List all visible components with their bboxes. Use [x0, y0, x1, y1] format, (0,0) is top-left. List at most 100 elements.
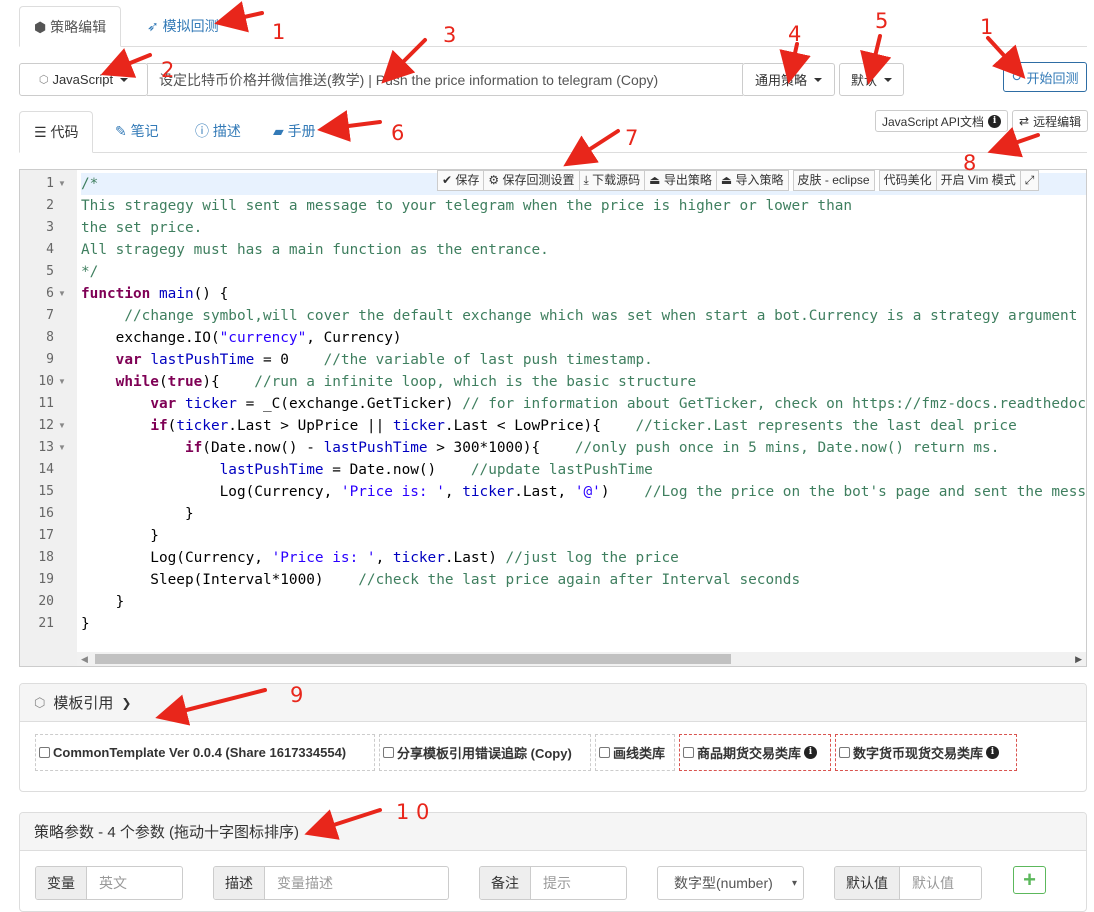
beautify-code-button[interactable]: 代码美化 [878, 170, 937, 191]
list-icon: ☰ [34, 124, 47, 140]
line-number: 5 [46, 264, 54, 279]
param-note-input[interactable]: 提示 [531, 867, 583, 899]
annotation-label: 5 [875, 9, 889, 33]
add-param-button[interactable]: + [1013, 866, 1046, 894]
remote-edit-button[interactable]: ⇄ 远程编辑 [1012, 110, 1089, 132]
code-area[interactable]: /* This stragegy will sent a message to … [81, 170, 1086, 666]
template-item[interactable]: 数字货币现货交易类库 i [835, 734, 1017, 771]
line-number: 14 [38, 462, 54, 477]
code-line: lastPushTime = Date.now() //update lastP… [219, 462, 653, 478]
fold-toggle-icon[interactable]: ▼ [58, 283, 66, 305]
js-icon: ⬡ [34, 694, 46, 710]
annotation-label: 1 [980, 15, 994, 39]
param-type-select[interactable]: 数字型(number) ▾ [657, 866, 804, 900]
code-line: */ [81, 264, 99, 280]
line-number: 9 [46, 352, 54, 367]
fullscreen-icon[interactable]: ⤢ [1019, 170, 1040, 191]
code-line: function main() { [81, 286, 229, 302]
annotation-label: 4 [788, 22, 802, 46]
line-number: 1 [46, 176, 54, 191]
param-desc-input[interactable]: 变量描述 [265, 867, 345, 899]
param-desc-label: 描述 [214, 867, 265, 899]
checkbox[interactable] [683, 747, 694, 758]
cubes-icon: ⬢ [34, 19, 47, 35]
retweet-icon: ⇄ [1019, 114, 1030, 128]
line-number: 7 [46, 308, 54, 323]
horizontal-scrollbar[interactable]: ◀ ▶ [77, 652, 1086, 666]
line-number: 12 [38, 418, 54, 433]
param-note-label: 备注 [480, 867, 531, 899]
vim-mode-button[interactable]: 开启 Vim 模式 [935, 170, 1021, 191]
line-number: 2 [46, 198, 54, 213]
checkbox[interactable] [383, 747, 394, 758]
code-line: if(ticker.Last > UpPrice || ticker.Last … [150, 418, 1017, 434]
code-line: } [81, 506, 194, 522]
param-note-group: 备注 提示 [479, 866, 627, 900]
api-docs-button[interactable]: JavaScript API文档 i [875, 110, 1009, 132]
save-button[interactable]: ✔ 保存 [437, 170, 485, 191]
strategy-name-input[interactable]: 设定比特币价格并微信推送(教学) | Push the price inform… [147, 63, 743, 96]
tab-code[interactable]: ☰ 代码 [19, 111, 94, 153]
template-item[interactable]: 分享模板引用错误追踪 (Copy) [379, 734, 591, 771]
template-item[interactable]: 商品期货交易类库 i [679, 734, 831, 771]
tab-simulated-backtest[interactable]: ➶ 模拟回测 [133, 6, 233, 47]
code-line: Log(Currency, 'Price is: ', ticker.Last,… [81, 484, 1086, 500]
checkbox[interactable] [599, 747, 610, 758]
param-default-input[interactable]: 默认值 [900, 867, 966, 899]
fold-toggle-icon[interactable]: ▼ [58, 437, 66, 459]
tab-description[interactable]: ⓘ 描述 [181, 111, 255, 153]
rocket-icon: ➶ [147, 18, 159, 34]
skin-button[interactable]: 皮肤 - eclipse [792, 170, 875, 191]
scrollbar-thumb[interactable] [95, 654, 731, 664]
tab-strategy-edit[interactable]: ⬢ 策略编辑 [19, 6, 122, 47]
default-dropdown[interactable]: 默认 [839, 63, 904, 96]
annotation-label: 1 0 [396, 800, 430, 824]
param-var-input[interactable]: 英文 [87, 867, 139, 899]
fold-toggle-icon[interactable]: ▼ [58, 173, 66, 195]
export-strategy-button[interactable]: ⏏ 导出策略 [644, 170, 717, 191]
line-number: 16 [38, 506, 54, 521]
fold-toggle-icon[interactable]: ▼ [58, 415, 66, 437]
line-number: 20 [38, 594, 54, 609]
line-number: 19 [38, 572, 54, 587]
template-item[interactable]: 画线类库 [595, 734, 675, 771]
line-number: 21 [38, 616, 54, 631]
code-line: var lastPushTime = 0 //the variable of l… [115, 352, 653, 368]
code-line: while(true){ //run a infinite loop, whic… [115, 374, 697, 390]
code-line: This stragegy will sent a message to you… [81, 198, 853, 214]
tab-manual[interactable]: ▰ 手册 [259, 111, 330, 153]
download-source-button[interactable]: ⤓ 下载源码 [578, 170, 646, 191]
chevron-down-icon: ▾ [791, 877, 797, 889]
param-default-group: 默认值 默认值 [834, 866, 982, 900]
language-dropdown[interactable]: ⬡ JavaScript [19, 63, 148, 96]
template-panel-header[interactable]: ⬡ 模板引用 ❯ [20, 684, 1086, 722]
import-strategy-button[interactable]: ⏏ 导入策略 [715, 170, 789, 191]
annotation-label: 7 [625, 126, 639, 150]
template-item[interactable]: CommonTemplate Ver 0.0.4 (Share 16173345… [35, 734, 375, 771]
info-icon: i [988, 114, 1002, 128]
category-dropdown[interactable]: 通用策略 [742, 63, 835, 96]
line-number: 6 [46, 286, 54, 301]
checkbox[interactable] [39, 747, 50, 758]
annotation-label: 3 [443, 23, 457, 47]
code-line: var ticker = _C(exchange.GetTicker) // f… [150, 396, 1086, 412]
save-backtest-settings-button[interactable]: ⚙ 保存回测设置 [483, 170, 580, 191]
code-editor[interactable]: 1 ▼ 2 3 4 5 6 ▼ 7 8 9 10 ▼ 11 12 ▼ 13 ▼ 14 15 16 17 18 19 20 21 /… [19, 169, 1087, 667]
code-line: //change symbol,will cover the default e… [124, 308, 1078, 324]
line-number: 11 [38, 396, 54, 411]
code-line: exchange.IO("currency", Currency) [81, 330, 402, 346]
checkbox[interactable] [839, 747, 850, 758]
annotation-label: 6 [391, 121, 405, 145]
tab-notes[interactable]: ✎ 笔记 [101, 111, 173, 153]
line-number: 10 [38, 374, 54, 389]
edit-icon: ✎ [115, 123, 127, 139]
params-panel-header: 策略参数 - 4 个参数 (拖动十字图标排序) [20, 813, 1086, 851]
line-number: 4 [46, 242, 54, 257]
scroll-right-icon[interactable]: ▶ [1075, 652, 1082, 666]
code-line: Sleep(Interval*1000) //check the last pr… [81, 572, 801, 588]
scroll-left-icon[interactable]: ◀ [81, 652, 88, 666]
start-backtest-button[interactable]: ↺ 开始回测 [1003, 62, 1087, 92]
fold-toggle-icon[interactable]: ▼ [58, 371, 66, 393]
annotation-label: 2 [161, 58, 175, 82]
param-default-label: 默认值 [835, 867, 900, 899]
